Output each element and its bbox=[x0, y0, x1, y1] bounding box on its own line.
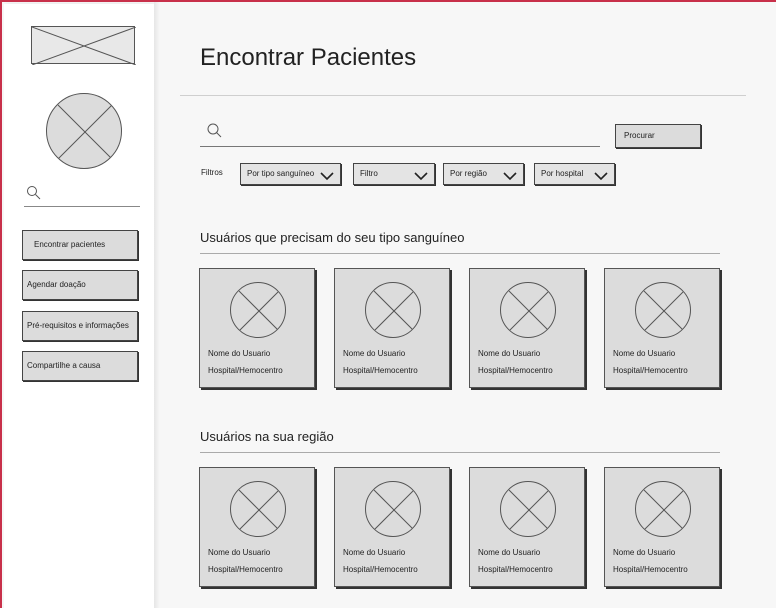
sidebar-item-encontrar-pacientes[interactable]: Encontrar pacientes bbox=[22, 230, 138, 260]
card-user-name: Nome do Usuario bbox=[208, 548, 271, 557]
card-hospital: Hospital/Hemocentro bbox=[343, 366, 418, 375]
chevron-down-icon bbox=[320, 169, 334, 189]
card-hospital: Hospital/Hemocentro bbox=[343, 565, 418, 574]
card-hospital: Hospital/Hemocentro bbox=[613, 565, 688, 574]
avatar-placeholder-icon bbox=[635, 481, 691, 537]
avatar-placeholder-icon[interactable] bbox=[46, 93, 122, 169]
logo-placeholder-icon bbox=[31, 26, 136, 65]
filters-label: Filtros bbox=[201, 168, 223, 177]
filter-hospital-select[interactable]: Por hospital bbox=[534, 163, 615, 185]
patient-card[interactable]: Nome do Usuario Hospital/Hemocentro bbox=[334, 268, 450, 388]
app-frame: Encontrar pacientes Agendar doação Pré-r… bbox=[0, 0, 776, 608]
patient-card[interactable]: Nome do Usuario Hospital/Hemocentro bbox=[199, 467, 315, 587]
sidebar-item-agendar-doacao[interactable]: Agendar doação bbox=[22, 270, 138, 300]
card-hospital: Hospital/Hemocentro bbox=[613, 366, 688, 375]
card-hospital: Hospital/Hemocentro bbox=[478, 565, 553, 574]
avatar-placeholder-icon bbox=[500, 282, 556, 338]
card-hospital: Hospital/Hemocentro bbox=[208, 366, 283, 375]
page-title: Encontrar Pacientes bbox=[200, 44, 417, 71]
search-icon bbox=[26, 185, 42, 206]
card-user-name: Nome do Usuario bbox=[343, 548, 406, 557]
card-user-name: Nome do Usuario bbox=[613, 548, 676, 557]
section-title-region: Usuários na sua região bbox=[200, 429, 334, 444]
search-button[interactable]: Procurar bbox=[615, 124, 701, 148]
card-user-name: Nome do Usuario bbox=[613, 349, 676, 358]
chevron-down-icon bbox=[503, 169, 517, 189]
sidebar-search-input[interactable] bbox=[24, 182, 140, 207]
sidebar-divider bbox=[154, 2, 160, 608]
select-label: Filtro bbox=[360, 169, 378, 178]
chevron-down-icon bbox=[594, 169, 608, 189]
section-divider bbox=[200, 253, 720, 254]
search-icon bbox=[206, 122, 224, 145]
sidebar-item-pre-requisitos[interactable]: Pré-requisitos e informações bbox=[22, 311, 138, 341]
avatar-placeholder-icon bbox=[365, 481, 421, 537]
card-user-name: Nome do Usuario bbox=[478, 349, 541, 358]
patient-card[interactable]: Nome do Usuario Hospital/Hemocentro bbox=[469, 467, 585, 587]
card-user-name: Nome do Usuario bbox=[343, 349, 406, 358]
card-user-name: Nome do Usuario bbox=[478, 548, 541, 557]
filter-region-select[interactable]: Por região bbox=[443, 163, 524, 185]
patient-card[interactable]: Nome do Usuario Hospital/Hemocentro bbox=[604, 268, 720, 388]
avatar-placeholder-icon bbox=[365, 282, 421, 338]
title-divider bbox=[180, 95, 746, 96]
select-label: Por tipo sanguíneo bbox=[247, 169, 315, 178]
section-title-blood-type: Usuários que precisam do seu tipo sanguí… bbox=[200, 230, 465, 245]
filter-generic-select[interactable]: Filtro bbox=[353, 163, 435, 185]
avatar-placeholder-icon bbox=[635, 282, 691, 338]
section-divider bbox=[200, 452, 720, 453]
patient-card[interactable]: Nome do Usuario Hospital/Hemocentro bbox=[199, 268, 315, 388]
card-hospital: Hospital/Hemocentro bbox=[208, 565, 283, 574]
card-hospital: Hospital/Hemocentro bbox=[478, 366, 553, 375]
patient-card[interactable]: Nome do Usuario Hospital/Hemocentro bbox=[469, 268, 585, 388]
chevron-down-icon bbox=[414, 169, 428, 189]
filter-blood-type-select[interactable]: Por tipo sanguíneo bbox=[240, 163, 341, 185]
card-user-name: Nome do Usuario bbox=[208, 349, 271, 358]
avatar-placeholder-icon bbox=[230, 481, 286, 537]
sidebar-item-compartilhe[interactable]: Compartilhe a causa bbox=[22, 351, 138, 381]
select-label: Por hospital bbox=[541, 169, 584, 178]
patient-card[interactable]: Nome do Usuario Hospital/Hemocentro bbox=[334, 467, 450, 587]
avatar-placeholder-icon bbox=[500, 481, 556, 537]
patient-card[interactable]: Nome do Usuario Hospital/Hemocentro bbox=[604, 467, 720, 587]
search-input[interactable] bbox=[200, 120, 600, 147]
select-label: Por região bbox=[450, 169, 487, 178]
sidebar: Encontrar pacientes Agendar doação Pré-r… bbox=[4, 4, 154, 608]
avatar-placeholder-icon bbox=[230, 282, 286, 338]
